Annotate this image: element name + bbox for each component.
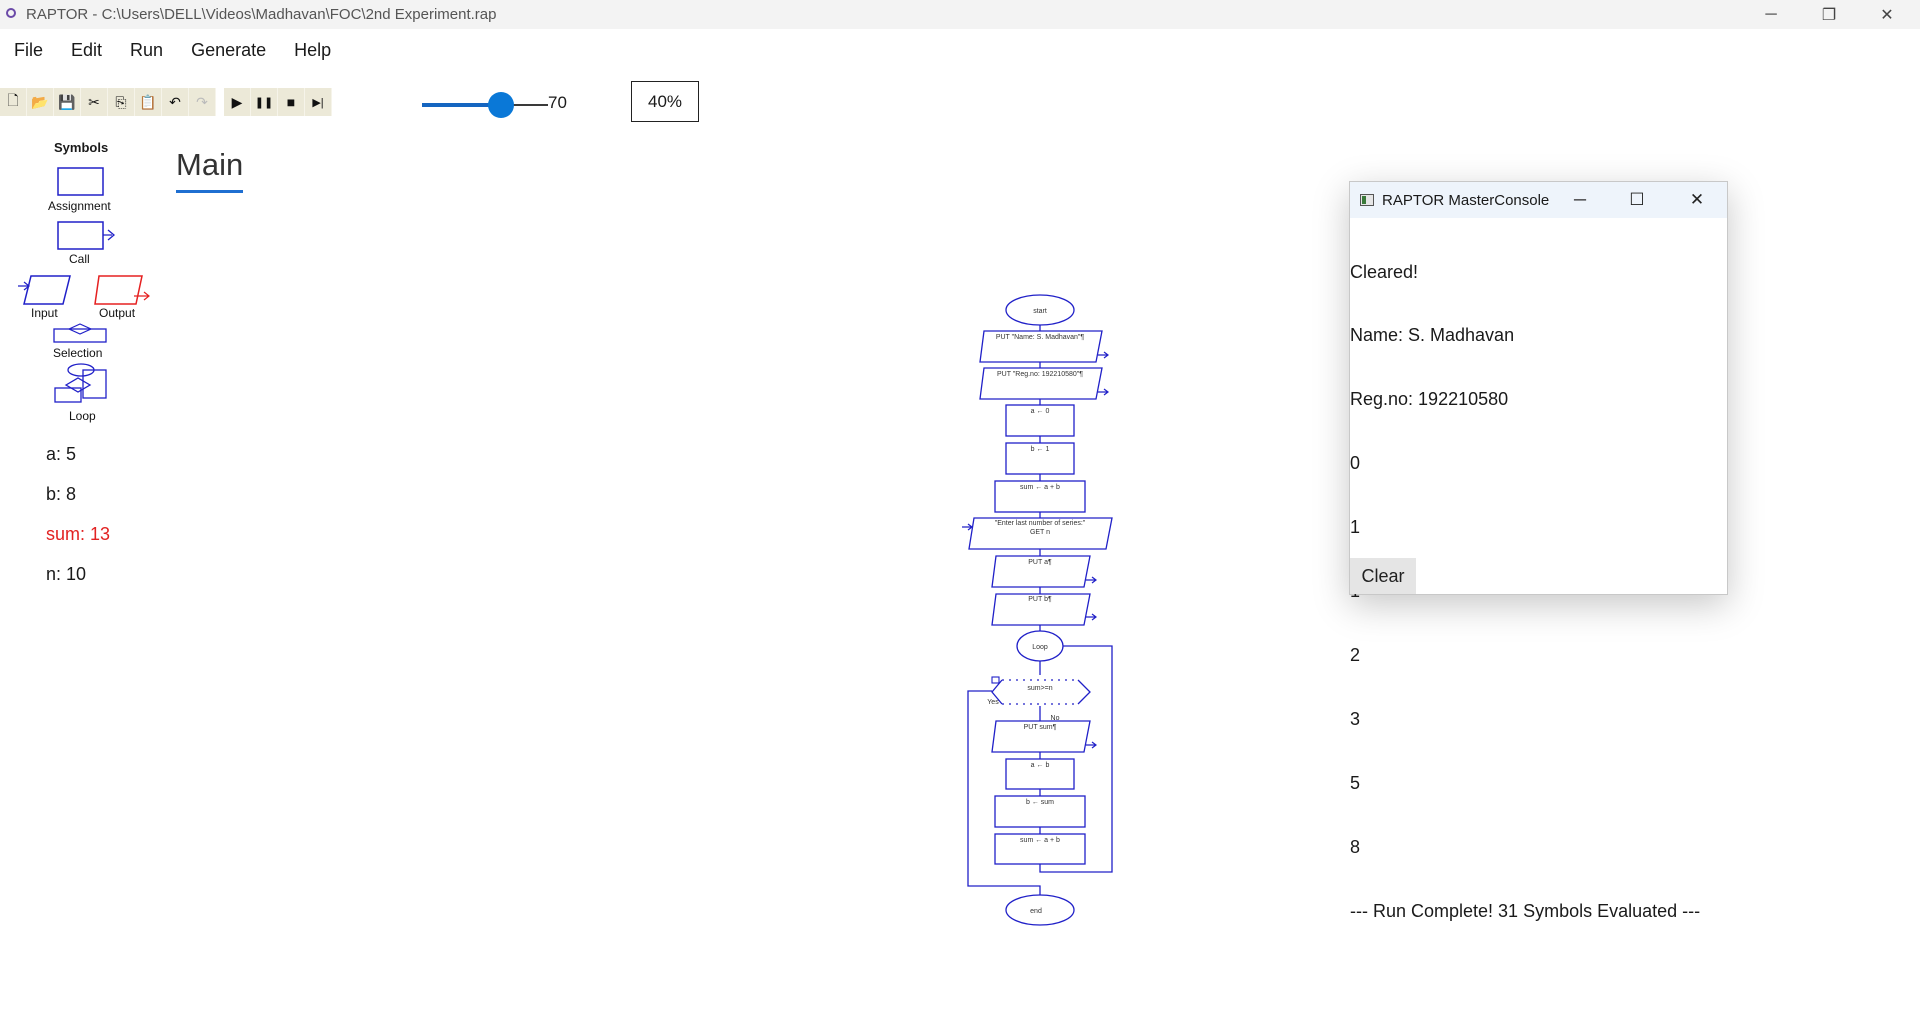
- console-line: Reg.no: 192210580: [1350, 389, 1509, 410]
- flow-assign-a-text: a ← 0: [1031, 408, 1050, 415]
- flow-output-name[interactable]: PUT "Name: S. Madhavan"¶: [979, 330, 1109, 363]
- console-app-icon: [1360, 194, 1374, 206]
- console-line: 8: [1350, 836, 1361, 857]
- flow-assign-a[interactable]: a ← 0: [1005, 404, 1075, 437]
- console-line: 5: [1350, 772, 1361, 793]
- console-close-button[interactable]: ✕: [1672, 182, 1722, 218]
- flow-end[interactable]: end: [1005, 894, 1075, 926]
- flow-assign-b[interactable]: b ← 1: [1005, 442, 1075, 475]
- console-line: Cleared!: [1350, 261, 1419, 282]
- console-title: RAPTOR MasterConsole: [1382, 191, 1550, 209]
- flow-start-text: start: [1033, 308, 1047, 315]
- flow-output-sum[interactable]: PUT sum¶: [991, 720, 1097, 753]
- flow-output-sum-text: PUT sum¶: [1024, 724, 1057, 731]
- flow-assign-sum-text: sum ← a + b: [1020, 484, 1060, 491]
- console-line: 0: [1350, 453, 1361, 474]
- flow-loop-assign-b[interactable]: b ← sum: [994, 795, 1086, 828]
- flow-input-var-text: GET n: [1030, 529, 1050, 536]
- flow-loop-text: Loop: [1032, 644, 1048, 651]
- console-line: Name: S. Madhavan: [1350, 325, 1515, 346]
- flow-loop-assign-a[interactable]: a ← b: [1005, 758, 1075, 790]
- flow-input-prompt-text: "Enter last number of series:": [995, 520, 1086, 527]
- breakpoint-icon[interactable]: [991, 676, 1000, 684]
- console-line: --- Run Complete! 31 Symbols Evaluated -…: [1350, 900, 1701, 921]
- flow-loop-assign-a-text: a ← b: [1031, 762, 1050, 769]
- clear-button[interactable]: Clear: [1350, 558, 1416, 594]
- console-line: 3: [1350, 708, 1361, 729]
- flow-yes-label: Yes: [987, 699, 999, 706]
- flow-condition[interactable]: sum>=n Yes No: [987, 676, 1091, 722]
- flow-assign-b-text: b ← 1: [1031, 446, 1050, 453]
- flow-output-a-text: PUT a¶: [1028, 559, 1052, 566]
- flow-loop-assign-sum[interactable]: sum ← a + b: [994, 833, 1086, 865]
- flow-output-reg[interactable]: PUT "Reg.no: 192210580"¶: [979, 367, 1109, 400]
- flow-input-n[interactable]: "Enter last number of series:" GET n: [962, 517, 1113, 550]
- flow-loop[interactable]: Loop: [1016, 630, 1064, 662]
- flow-output-a[interactable]: PUT a¶: [991, 555, 1097, 588]
- flow-loop-assign-b-text: b ← sum: [1026, 799, 1054, 806]
- flow-end-text: end: [1030, 908, 1042, 915]
- console-line: 2: [1350, 644, 1361, 665]
- console-maximize-button[interactable]: ☐: [1612, 182, 1662, 218]
- console-titlebar[interactable]: RAPTOR MasterConsole ─ ☐ ✕: [1350, 182, 1727, 218]
- flow-output-b-text: PUT b¶: [1028, 596, 1052, 603]
- flow-condition-text: sum>=n: [1027, 685, 1052, 692]
- master-console-window[interactable]: RAPTOR MasterConsole ─ ☐ ✕ Cleared! Name…: [1349, 181, 1728, 921]
- flow-output-reg-text: PUT "Reg.no: 192210580"¶: [997, 371, 1083, 378]
- flow-assign-sum[interactable]: sum ← a + b: [994, 480, 1086, 513]
- flow-loop-assign-sum-text: sum ← a + b: [1020, 837, 1060, 844]
- console-line: 1: [1350, 517, 1361, 538]
- flow-output-b[interactable]: PUT b¶: [991, 593, 1097, 626]
- flow-start[interactable]: start: [1005, 294, 1075, 326]
- flow-output-name-text: PUT "Name: S. Madhavan"¶: [996, 334, 1085, 341]
- console-minimize-button[interactable]: ─: [1555, 182, 1605, 218]
